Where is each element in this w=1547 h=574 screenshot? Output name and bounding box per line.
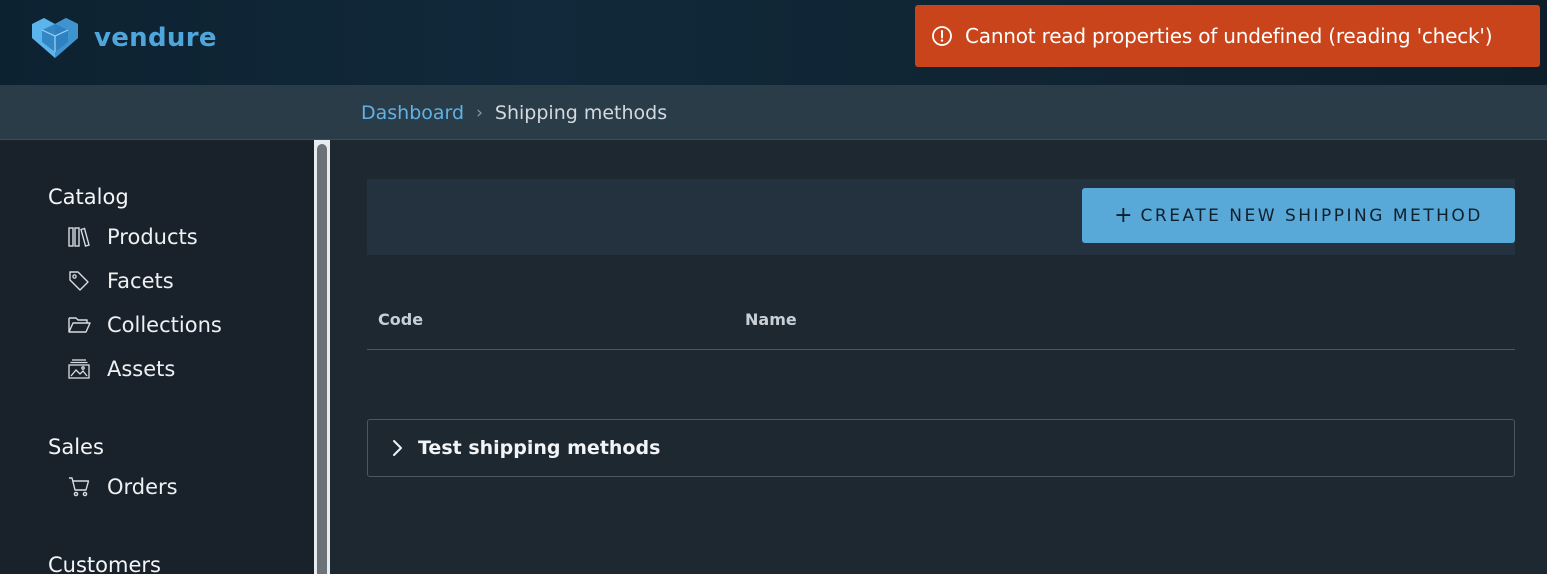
sidebar-section-catalog: Catalog xyxy=(48,185,129,209)
sidebar-item-products[interactable]: Products xyxy=(67,222,198,252)
column-header-code: Code xyxy=(378,310,424,329)
sidebar-section-sales: Sales xyxy=(48,435,104,459)
create-new-shipping-method-button[interactable]: + CREATE NEW SHIPPING METHOD xyxy=(1082,188,1515,243)
sidebar-item-label: Collections xyxy=(107,313,222,337)
vendure-logo-icon xyxy=(32,18,78,58)
sidebar-item-label: Products xyxy=(107,225,198,249)
plus-icon: + xyxy=(1114,203,1133,228)
brand-name: vendure xyxy=(94,23,217,53)
exclamation-circle-icon xyxy=(932,26,952,46)
error-toast[interactable]: Cannot read properties of undefined (rea… xyxy=(915,5,1540,67)
app-header: vendure Cannot read properties of undefi… xyxy=(0,0,1547,85)
breadcrumb: Dashboard › Shipping methods xyxy=(361,85,667,140)
sidebar-section-customers: Customers xyxy=(48,553,161,574)
shipping-methods-table: Code Name xyxy=(367,290,1515,350)
test-shipping-methods-panel[interactable]: Test shipping methods xyxy=(367,419,1515,477)
sidebar-scrollbar[interactable] xyxy=(314,140,330,574)
sidebar-item-assets[interactable]: Assets xyxy=(67,354,175,384)
breadcrumb-bar: Dashboard › Shipping methods xyxy=(0,85,1547,140)
books-icon xyxy=(68,227,90,247)
sidebar-item-facets[interactable]: Facets xyxy=(67,266,174,296)
sidebar-item-label: Orders xyxy=(107,475,178,499)
main-content: + CREATE NEW SHIPPING METHOD Code Name T… xyxy=(330,140,1547,574)
test-shipping-methods-label: Test shipping methods xyxy=(418,437,661,459)
toast-message: Cannot read properties of undefined (rea… xyxy=(965,24,1493,48)
table-header-row: Code Name xyxy=(367,290,1515,350)
brand[interactable]: vendure xyxy=(28,16,217,60)
create-button-label: CREATE NEW SHIPPING METHOD xyxy=(1140,205,1483,226)
sidebar-scrollbar-thumb[interactable] xyxy=(317,144,327,574)
sidebar-item-collections[interactable]: Collections xyxy=(67,310,222,340)
sidebar-item-label: Facets xyxy=(107,269,174,293)
breadcrumb-separator: › xyxy=(476,102,483,123)
folder-open-icon xyxy=(68,317,91,333)
chevron-right-icon xyxy=(393,440,402,456)
image-gallery-icon xyxy=(68,359,90,379)
action-bar: + CREATE NEW SHIPPING METHOD xyxy=(367,179,1515,255)
sidebar-item-orders[interactable]: Orders xyxy=(67,472,178,502)
breadcrumb-current: Shipping methods xyxy=(494,101,668,124)
tag-icon xyxy=(69,271,89,291)
sidebar-nav: Catalog Products Facets Collections Asse… xyxy=(0,140,314,574)
sidebar-item-label: Assets xyxy=(107,357,176,381)
breadcrumb-dashboard-link[interactable]: Dashboard xyxy=(361,102,464,124)
shopping-cart-icon xyxy=(69,477,90,497)
column-header-name: Name xyxy=(745,310,797,329)
